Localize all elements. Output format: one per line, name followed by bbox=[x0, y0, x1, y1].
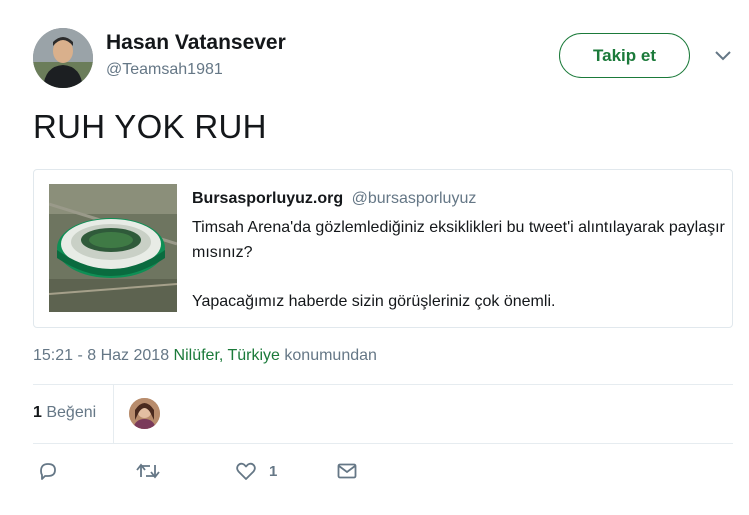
liker-avatar[interactable] bbox=[129, 398, 160, 429]
quoted-author-handle: @bursasporluyuz bbox=[351, 190, 477, 207]
follow-button[interactable]: Takip et bbox=[559, 33, 690, 78]
retweet-button[interactable] bbox=[135, 460, 161, 482]
quoted-header: Bursasporluyuz.org @bursasporluyuz bbox=[192, 190, 476, 208]
quoted-body: Timsah Arena'da gözlemlediğiniz eksiklik… bbox=[192, 215, 727, 314]
author-avatar[interactable] bbox=[33, 28, 93, 88]
retweet-icon bbox=[136, 463, 160, 479]
divider bbox=[33, 443, 733, 444]
quoted-author-name: Bursasporluyuz.org bbox=[192, 190, 344, 207]
author-handle[interactable]: @Teamsah1981 bbox=[106, 61, 223, 79]
reply-icon bbox=[40, 463, 56, 480]
stadium-image bbox=[49, 184, 177, 312]
divider bbox=[113, 385, 114, 443]
quoted-text-line1: Timsah Arena'da gözlemlediğiniz eksiklik… bbox=[192, 219, 725, 261]
location-suffix: konumundan bbox=[284, 347, 377, 364]
quoted-tweet-card[interactable]: Bursasporluyuz.org @bursasporluyuz Timsa… bbox=[33, 169, 733, 328]
tweet-metadata: 15:21 - 8 Haz 2018 Nilüfer, Türkiye konu… bbox=[33, 347, 377, 365]
quoted-text-line2: Yapacağımız haberde sizin görüşleriniz ç… bbox=[192, 293, 556, 310]
reply-button[interactable] bbox=[37, 460, 59, 482]
likes-count: 1 bbox=[33, 404, 42, 421]
like-button[interactable]: 1 bbox=[235, 460, 277, 482]
direct-message-button[interactable] bbox=[336, 460, 358, 482]
tweet-timestamp[interactable]: 15:21 - 8 Haz 2018 bbox=[33, 347, 169, 364]
heart-icon bbox=[236, 462, 256, 480]
author-photo bbox=[33, 28, 93, 88]
likes-label: Beğeni bbox=[46, 404, 97, 421]
envelope-icon bbox=[337, 463, 357, 479]
tweet-text: RUH YOK RUH bbox=[33, 108, 267, 145]
action-bar: 1 bbox=[33, 458, 733, 486]
tweet-location[interactable]: Nilüfer, Türkiye bbox=[174, 347, 280, 364]
author-name[interactable]: Hasan Vatansever bbox=[106, 31, 286, 55]
likes-stat[interactable]: 1 Beğeni bbox=[33, 404, 96, 422]
tweet-stats: 1 Beğeni bbox=[33, 385, 733, 443]
like-count: 1 bbox=[269, 462, 278, 480]
chevron-down-icon[interactable] bbox=[712, 48, 734, 64]
